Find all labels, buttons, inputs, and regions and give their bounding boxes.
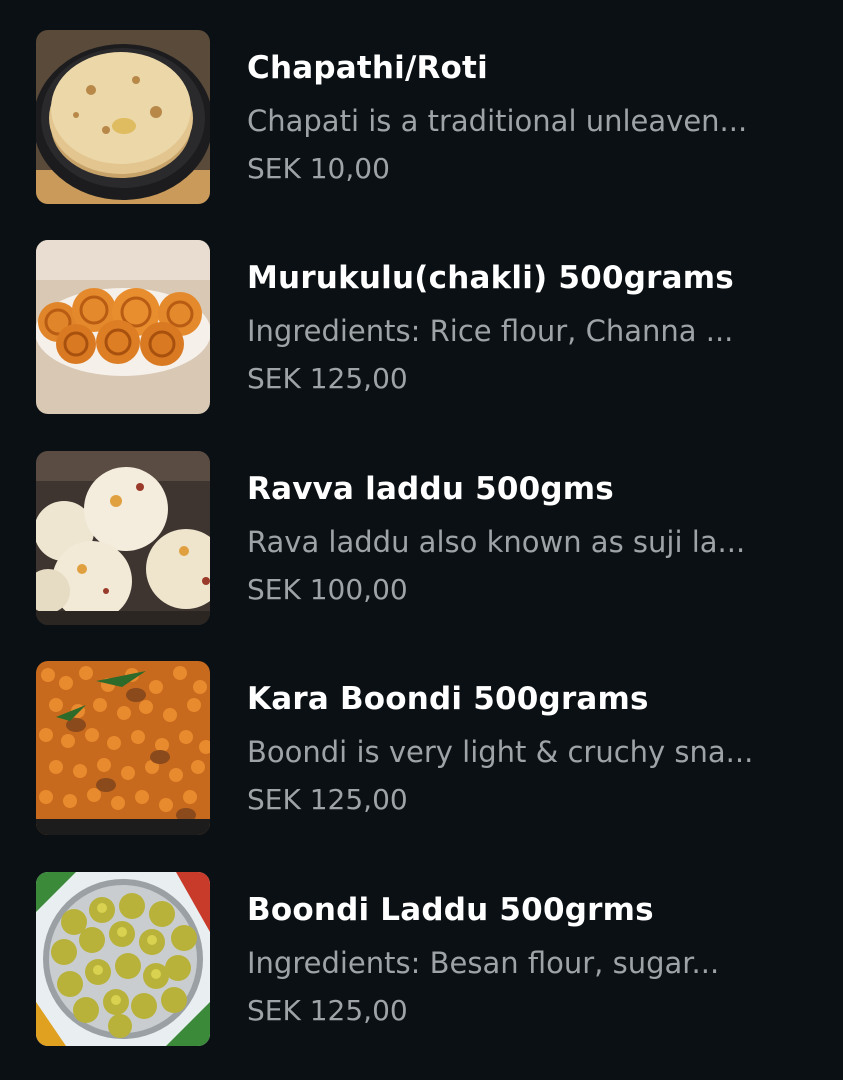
menu-item-list: Chapathi/Roti Chapati is a traditional u… — [0, 0, 843, 1080]
item-price: SEK 100,00 — [247, 573, 408, 606]
item-price: SEK 125,00 — [247, 783, 408, 816]
item-name: Kara Boondi 500grams — [247, 681, 649, 717]
menu-item-murukulu[interactable]: Murukulu(chakli) 500grams Ingredients: R… — [0, 240, 843, 420]
item-price: SEK 125,00 — [247, 994, 408, 1027]
item-price: SEK 125,00 — [247, 362, 408, 395]
kara-boondi-image — [36, 661, 210, 835]
menu-item-kara-boondi[interactable]: Kara Boondi 500grams Boondi is very ligh… — [0, 661, 843, 841]
chapathi-roti-photo — [36, 30, 210, 204]
item-description: Boondi is very light & cruchy sna... — [247, 735, 754, 769]
chapathi-roti-image — [36, 30, 210, 204]
ravva-laddu-photo — [36, 451, 210, 625]
item-description: Rava laddu also known as suji la... — [247, 525, 746, 559]
item-price: SEK 10,00 — [247, 152, 390, 185]
ravva-laddu-image — [36, 451, 210, 625]
murukulu-chakli-photo — [36, 240, 210, 414]
menu-item-boondi-laddu[interactable]: Boondi Laddu 500grms Ingredients: Besan … — [0, 872, 843, 1052]
boondi-laddu-image — [36, 872, 210, 1046]
kara-boondi-photo — [36, 661, 210, 835]
item-name: Ravva laddu 500gms — [247, 471, 614, 507]
item-description: Chapati is a traditional unleaven... — [247, 104, 748, 138]
menu-item-ravva-laddu[interactable]: Ravva laddu 500gms Rava laddu also known… — [0, 451, 843, 631]
murukulu-chakli-image — [36, 240, 210, 414]
item-name: Murukulu(chakli) 500grams — [247, 260, 734, 296]
item-name: Boondi Laddu 500grms — [247, 892, 654, 928]
item-description: Ingredients: Besan flour, sugar... — [247, 946, 720, 980]
item-description: Ingredients: Rice flour, Channa ... — [247, 314, 734, 348]
boondi-laddu-photo — [36, 872, 210, 1046]
menu-item-chapathi-roti[interactable]: Chapathi/Roti Chapati is a traditional u… — [0, 30, 843, 210]
item-name: Chapathi/Roti — [247, 50, 488, 86]
